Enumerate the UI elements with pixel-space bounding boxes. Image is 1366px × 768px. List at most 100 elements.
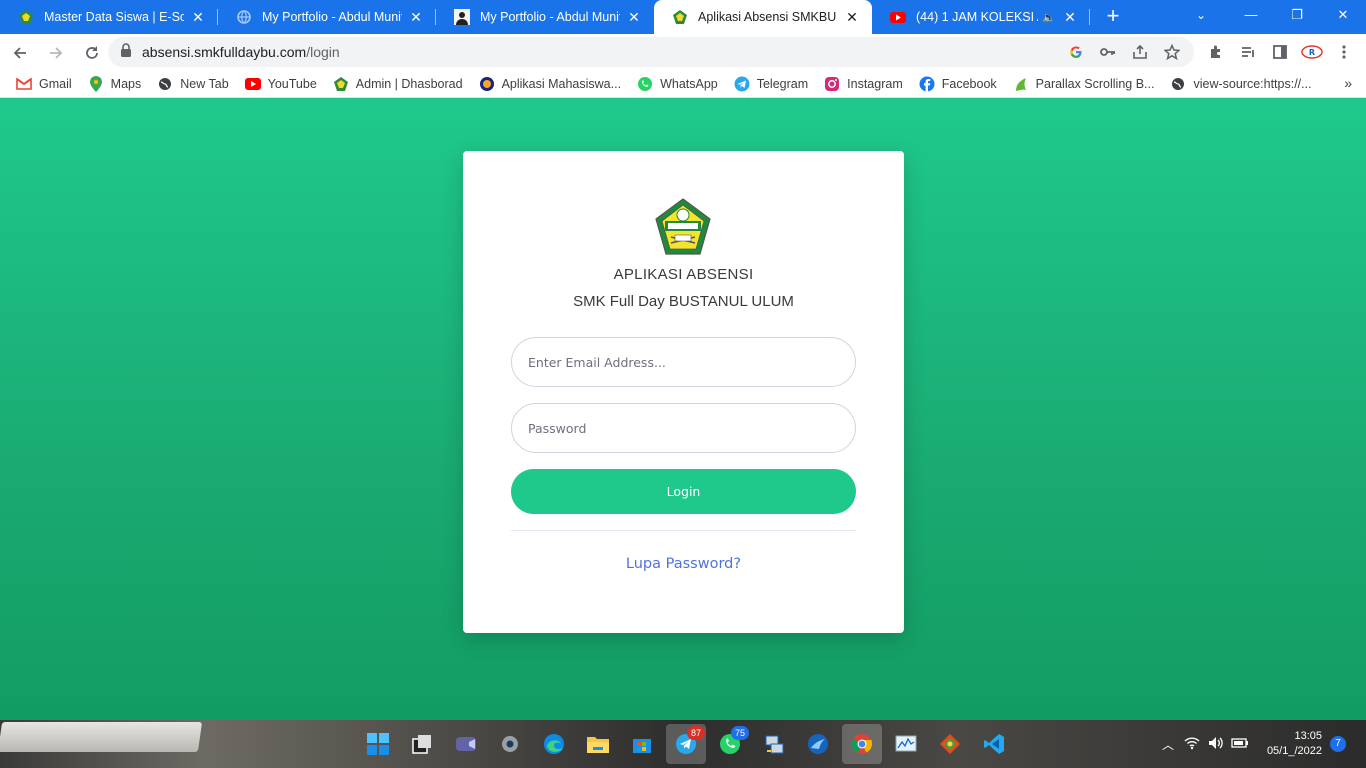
- battery-icon[interactable]: [1228, 737, 1252, 752]
- globe-loading-icon: [236, 9, 252, 25]
- new-tab-button[interactable]: +: [1096, 0, 1130, 34]
- chevron-down-icon[interactable]: ⌄: [1184, 0, 1218, 30]
- profile-avatar-icon[interactable]: R: [1296, 36, 1328, 68]
- school-name: SMK Full Day BUSTANUL ULUM: [573, 293, 794, 310]
- password-field[interactable]: [511, 403, 856, 453]
- chevron-right-icon[interactable]: »: [1344, 75, 1352, 91]
- parallax-icon: [1013, 76, 1029, 92]
- restore-icon[interactable]: ❐: [1274, 0, 1320, 30]
- school-logo-icon: [18, 9, 34, 25]
- bookmark-whatsapp[interactable]: WhatsApp: [629, 72, 726, 96]
- youtube-icon: [244, 76, 261, 92]
- close-icon[interactable]: ✕: [626, 9, 642, 25]
- task-view-icon[interactable]: [402, 724, 442, 764]
- bookmark-youtube[interactable]: YouTube: [237, 72, 325, 96]
- bookmark-maps[interactable]: Maps: [80, 72, 150, 96]
- university-icon: [479, 76, 495, 92]
- browser-tab[interactable]: My Portfolio - Abdul Munif ✕: [218, 0, 436, 34]
- browser-tab-active[interactable]: Aplikasi Absensi SMKBU ✕: [654, 0, 872, 34]
- address-bar-actions: [1060, 37, 1188, 67]
- notification-badge[interactable]: 7: [1330, 736, 1346, 752]
- bookmark-view-source[interactable]: view-source:https://...: [1162, 72, 1319, 96]
- login-button[interactable]: Login: [511, 469, 856, 514]
- url-domain: absensi.smkfulldaybu.com: [142, 44, 307, 60]
- speaker-icon[interactable]: 🔈: [1042, 11, 1056, 24]
- reload-icon[interactable]: [76, 37, 108, 69]
- school-logo-icon: [333, 76, 349, 92]
- instagram-icon: [824, 76, 840, 92]
- network-app-icon[interactable]: [754, 724, 794, 764]
- telegram-taskbar-icon[interactable]: 87: [666, 724, 706, 764]
- bookmark-gmail[interactable]: Gmail: [8, 72, 80, 96]
- telegram-badge: 87: [687, 726, 705, 740]
- chevron-up-icon[interactable]: ︿: [1156, 736, 1180, 753]
- bookmark-facebook[interactable]: Facebook: [911, 72, 1005, 96]
- extensions-icon[interactable]: [1200, 36, 1232, 68]
- teams-chat-icon[interactable]: [446, 724, 486, 764]
- login-card: APLIKASI ABSENSI SMK Full Day BUSTANUL U…: [463, 151, 904, 633]
- wifi-icon[interactable]: [1180, 736, 1204, 753]
- git-tool-icon[interactable]: [930, 724, 970, 764]
- bookmark-label: Admin | Dhasborad: [355, 77, 463, 91]
- start-icon[interactable]: [358, 724, 398, 764]
- email-field[interactable]: [511, 337, 856, 387]
- browser-tab[interactable]: Master Data Siswa | E-School ✕: [0, 0, 218, 34]
- lock-icon[interactable]: [120, 42, 132, 62]
- settings-gear-icon[interactable]: [490, 724, 530, 764]
- browser-tab[interactable]: (44) 1 JAM KOLEKSI ALBUM 🔈 ✕: [872, 0, 1090, 34]
- tab-title: My Portfolio - Abdul Munif: [262, 10, 402, 24]
- vscode-icon[interactable]: [974, 724, 1014, 764]
- bookmark-label: Instagram: [847, 77, 903, 91]
- close-icon[interactable]: ✕: [190, 9, 206, 25]
- bookmark-instagram[interactable]: Instagram: [816, 72, 911, 96]
- windows-taskbar: 87 75 ︿ 13:05 05/1_/2022 7: [0, 720, 1366, 768]
- bookmark-telegram[interactable]: Telegram: [726, 72, 816, 96]
- tab-title: Master Data Siswa | E-School: [44, 10, 184, 24]
- bookmark-label: view-source:https://...: [1193, 77, 1312, 91]
- close-icon[interactable]: ✕: [408, 9, 424, 25]
- microsoft-store-icon[interactable]: [622, 724, 662, 764]
- key-icon[interactable]: [1092, 37, 1124, 67]
- file-explorer-icon[interactable]: [578, 724, 618, 764]
- reading-list-icon[interactable]: [1232, 36, 1264, 68]
- whatsapp-badge: 75: [731, 726, 749, 740]
- system-tray: ︿ 13:05 05/1_/2022 7: [1156, 720, 1366, 768]
- bookmark-aplikasi-mahasiswa[interactable]: Aplikasi Mahasiswa...: [471, 72, 630, 96]
- back-arrow-icon[interactable]: [4, 37, 36, 69]
- tab-separator: [1089, 9, 1090, 25]
- gmail-icon: [16, 76, 32, 92]
- bookmark-admin[interactable]: Admin | Dhasborad: [325, 72, 471, 96]
- browser-tab-strip: Master Data Siswa | E-School ✕ My Portfo…: [0, 0, 1366, 34]
- sky-app-icon[interactable]: [798, 724, 838, 764]
- forgot-password-link[interactable]: Lupa Password?: [463, 556, 904, 572]
- google-icon[interactable]: [1060, 37, 1092, 67]
- close-icon[interactable]: ✕: [844, 9, 860, 25]
- close-icon[interactable]: ✕: [1062, 9, 1078, 25]
- whatsapp-taskbar-icon[interactable]: 75: [710, 724, 750, 764]
- volume-icon[interactable]: [1204, 736, 1228, 753]
- svg-text:R: R: [1309, 48, 1315, 57]
- globe-icon: [1170, 76, 1186, 92]
- share-icon[interactable]: [1124, 37, 1156, 67]
- side-panel-icon[interactable]: [1264, 36, 1296, 68]
- star-icon[interactable]: [1156, 37, 1188, 67]
- browser-tab[interactable]: My Portfolio - Abdul Munif ✕: [436, 0, 654, 34]
- bookmark-parallax[interactable]: Parallax Scrolling B...: [1005, 72, 1163, 96]
- forward-arrow-icon[interactable]: [40, 37, 72, 69]
- bookmark-label: Facebook: [941, 77, 997, 91]
- bookmark-label: Aplikasi Mahasiswa...: [501, 77, 622, 91]
- minimize-icon[interactable]: —: [1228, 0, 1274, 30]
- address-bar[interactable]: absensi.smkfulldaybu.com/login: [108, 37, 1194, 67]
- kebab-menu-icon[interactable]: [1328, 36, 1360, 68]
- page-background: APLIKASI ABSENSI SMK Full Day BUSTANUL U…: [0, 98, 1366, 720]
- bookmark-new-tab[interactable]: New Tab: [149, 72, 236, 96]
- monitor-app-icon[interactable]: [886, 724, 926, 764]
- edge-browser-icon[interactable]: [534, 724, 574, 764]
- person-photo-icon: [454, 9, 470, 25]
- close-window-icon[interactable]: ✕: [1320, 0, 1366, 30]
- toolbar-actions: R: [1200, 36, 1360, 68]
- bookmark-label: Maps: [110, 77, 142, 91]
- chrome-icon[interactable]: [842, 724, 882, 764]
- tab-title: My Portfolio - Abdul Munif: [480, 10, 620, 24]
- clock[interactable]: 13:05 05/1_/2022: [1252, 729, 1322, 759]
